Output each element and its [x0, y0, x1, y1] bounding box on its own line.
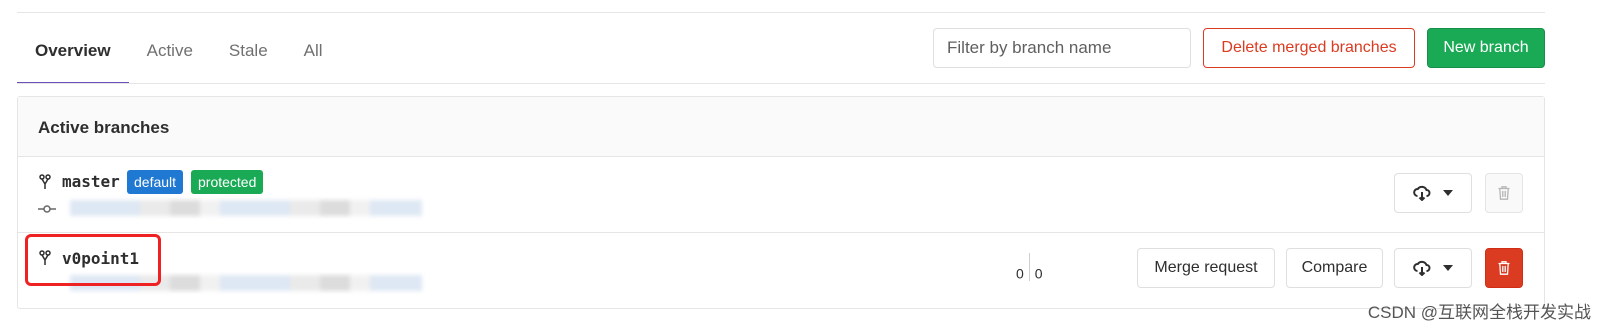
cloud-download-icon [1413, 260, 1431, 276]
branch-icon [39, 174, 51, 189]
panel-title: Active branches [18, 97, 1544, 157]
caret-down-icon [1443, 190, 1453, 196]
delete-merged-branches-button[interactable]: Delete merged branches [1203, 28, 1415, 68]
merge-request-button[interactable]: Merge request [1137, 248, 1275, 288]
branch-row-v0point1: v0point1 00 Merge request Compare [18, 233, 1544, 308]
delete-branch-button[interactable] [1485, 248, 1523, 288]
branch-tabs: Overview Active Stale All [17, 28, 341, 84]
divider [17, 83, 1545, 84]
divider [17, 12, 1545, 13]
active-branches-panel: Active branches master default protected [17, 96, 1545, 309]
commits-ahead-count: 0 [1034, 265, 1043, 282]
divergence-graph: 00 [1016, 253, 1043, 289]
protected-badge: protected [191, 170, 264, 194]
branches-page: Overview Active Stale All Delete merged … [0, 0, 1601, 335]
caret-down-icon [1443, 265, 1453, 271]
commits-behind-count: 0 [1016, 265, 1024, 282]
download-dropdown-button[interactable] [1394, 173, 1472, 213]
default-badge: default [127, 170, 184, 194]
delete-branch-button[interactable] [1485, 173, 1523, 213]
branch-name[interactable]: master [62, 172, 120, 191]
tab-stale[interactable]: Stale [211, 28, 286, 84]
cloud-download-icon [1413, 185, 1431, 201]
commit-info-redacted [70, 200, 422, 216]
new-branch-button[interactable]: New branch [1427, 28, 1545, 68]
tab-overview[interactable]: Overview [17, 28, 129, 84]
filter-branch-input[interactable] [933, 28, 1191, 68]
annotation-highlight-box [25, 234, 161, 286]
watermark: CSDN @互联网全栈开发实战 [1367, 303, 1591, 322]
trash-icon [1498, 261, 1510, 275]
branch-row-master: master default protected [18, 157, 1544, 233]
trash-icon [1498, 186, 1510, 200]
tab-active[interactable]: Active [129, 28, 211, 84]
tab-all[interactable]: All [286, 28, 341, 84]
download-dropdown-button[interactable] [1394, 248, 1472, 288]
compare-button[interactable]: Compare [1286, 248, 1383, 288]
commit-icon [38, 205, 56, 213]
